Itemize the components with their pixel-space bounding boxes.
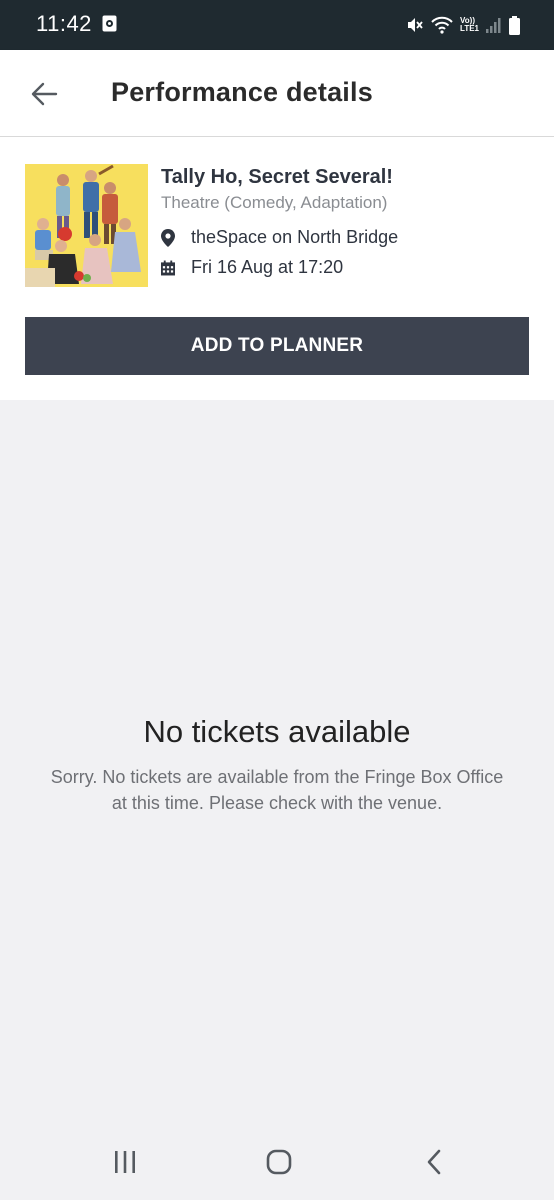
- location-pin-icon: [161, 228, 175, 247]
- poster-illustration: [25, 164, 148, 287]
- performance-card: Tally Ho, Secret Several! Theatre (Comed…: [0, 137, 554, 400]
- recents-icon: [115, 1151, 135, 1173]
- empty-state-text: Sorry. No tickets are available from the…: [50, 767, 504, 813]
- date-row: Fri 16 Aug at 17:20: [161, 257, 343, 278]
- show-poster-image[interactable]: [25, 164, 148, 287]
- venue-name: theSpace on North Bridge: [191, 227, 399, 247]
- lte-label: LTE1: [460, 24, 479, 33]
- venue-row[interactable]: theSpace on North Bridge: [161, 227, 398, 248]
- battery-icon: [509, 15, 520, 35]
- app-bar: Performance details: [0, 50, 554, 137]
- chevron-left-icon: [427, 1149, 441, 1175]
- show-title: Tally Ho, Secret Several!: [161, 166, 393, 188]
- signal-icon: [486, 18, 501, 33]
- notification-app-icon: [102, 15, 117, 32]
- add-to-planner-button[interactable]: ADD TO PLANNER: [25, 317, 529, 375]
- recents-button[interactable]: [105, 1142, 145, 1182]
- empty-state-title: No tickets available: [143, 714, 411, 749]
- status-icons: Vo)) LTE1: [406, 13, 520, 37]
- network-type-label: Vo)) LTE1: [460, 17, 479, 33]
- arrow-left-icon: [31, 82, 58, 106]
- page-title: Performance details: [111, 77, 373, 107]
- home-icon: [266, 1149, 292, 1175]
- status-bar: 11:42 Vo)) LTE1: [0, 0, 554, 50]
- calendar-icon: [161, 259, 175, 277]
- back-button[interactable]: [22, 72, 66, 116]
- status-time: 11:42: [36, 11, 92, 36]
- home-button[interactable]: [259, 1142, 299, 1182]
- show-genre: Theatre (Comedy, Adaptation): [161, 193, 388, 212]
- performance-datetime: Fri 16 Aug at 17:20: [191, 257, 344, 277]
- wifi-icon: [431, 16, 453, 34]
- system-back-button[interactable]: [414, 1142, 454, 1182]
- no-tickets-message: No tickets available Sorry. No tickets a…: [0, 714, 554, 816]
- system-navigation-bar: [0, 1124, 554, 1200]
- mute-icon: [408, 18, 423, 32]
